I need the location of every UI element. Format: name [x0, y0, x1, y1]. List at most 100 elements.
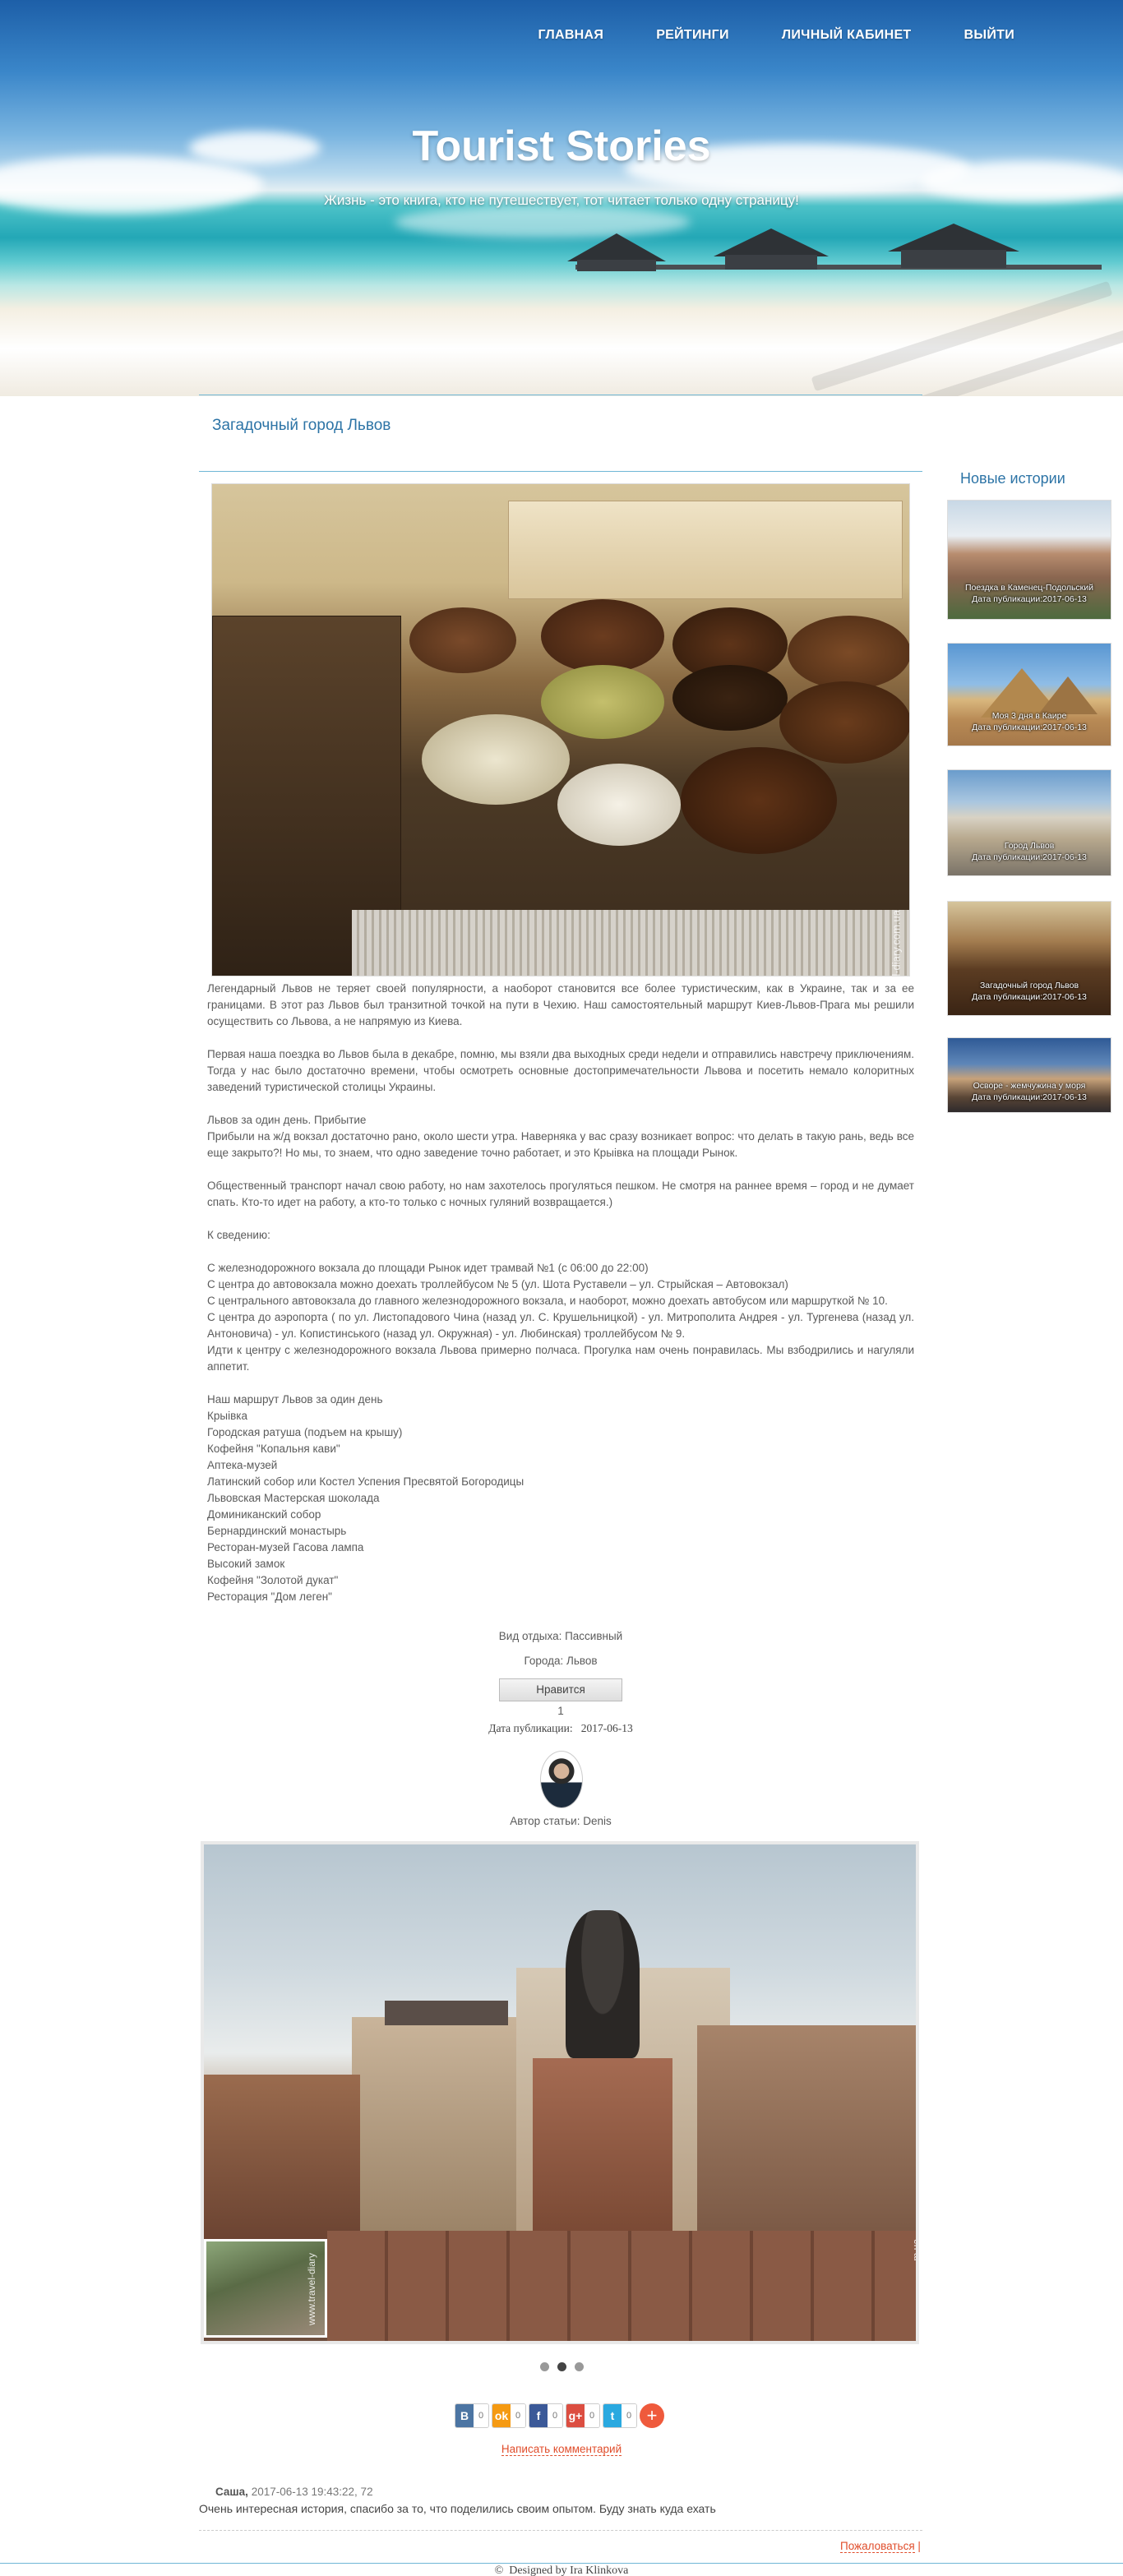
share-count: 0	[548, 2404, 562, 2427]
sidebar-story-title[interactable]: Город Львов	[948, 841, 1111, 852]
footer-divider	[0, 2563, 1123, 2564]
red-brick-wall	[204, 2075, 360, 2239]
site-tagline: Жизнь - это книга, кто не путешествует, …	[324, 192, 799, 208]
story-paragraph: Высокий замок	[207, 1558, 285, 1570]
sidebar-story-date: Дата публикации:2017-06-13	[972, 852, 1087, 862]
story-paragraph: Львовская Мастерская шоколада	[207, 1492, 380, 1504]
sidebar-story-date: Дата публикации:2017-06-13	[972, 1092, 1087, 1102]
share-more-icon[interactable]: +	[640, 2403, 664, 2428]
nav-ratings[interactable]: РЕЙТИНГИ	[630, 28, 756, 43]
story-paragraph: Аптека-музей	[207, 1459, 278, 1471]
story-paragraph: Легендарный Львов не теряет своей популя…	[207, 982, 914, 1027]
story-paragraph: Общественный транспорт начал свою работу…	[207, 1180, 914, 1208]
sidebar-story-title[interactable]: Поездка в Каменец-Подольский	[948, 583, 1111, 593]
story-paragraph: Наш маршрут Львов за один день	[207, 1393, 383, 1406]
comment-header: Саша, 2017-06-13 19:43:22, 72	[215, 2486, 373, 2498]
photo-slider[interactable]: www.travel-diary m.ua	[201, 1841, 919, 2344]
share-network-icon[interactable]: g+	[566, 2404, 585, 2427]
nav-home[interactable]: ГЛАВНАЯ	[511, 28, 630, 43]
story-paragraph: Бернардинский монастырь	[207, 1525, 347, 1537]
story-paragraph: Городская ратуша (подъем на крышу)	[207, 1426, 403, 1438]
share-buttons: В 0 ok 0 f 0 g+ 0 t 0 +	[455, 2403, 664, 2428]
complain-label[interactable]: Пожаловаться	[840, 2540, 915, 2553]
share-count: 0	[511, 2404, 525, 2427]
bronze-statue	[566, 1910, 640, 2058]
share-button[interactable]: g+ 0	[566, 2403, 600, 2428]
slider-dot[interactable]	[539, 2362, 549, 2371]
share-button[interactable]: ok 0	[492, 2403, 526, 2428]
share-network-icon[interactable]: ok	[492, 2404, 511, 2427]
share-count: 0	[622, 2404, 636, 2427]
lace-tablecloth	[352, 910, 909, 976]
story-paragraph: Ресторан-музей Гасова лампа	[207, 1541, 364, 1553]
hut	[725, 255, 817, 270]
sidebar-title: Новые истории	[960, 470, 1065, 487]
story-paragraph: К сведению:	[207, 1229, 270, 1241]
sidebar-story-date: Дата публикации:2017-06-13	[972, 992, 1087, 1002]
author-avatar[interactable]	[540, 1751, 583, 1808]
dark-chocolate-bowl	[681, 747, 837, 854]
slider-dot-active[interactable]	[557, 2362, 566, 2371]
comment-text: Очень интересная история, спасибо за то,…	[199, 2502, 716, 2515]
share-network-icon[interactable]: В	[455, 2404, 474, 2427]
like-button[interactable]: Нравится	[499, 1678, 622, 1701]
share-network-icon[interactable]: f	[529, 2404, 548, 2427]
pyramid	[1038, 676, 1098, 714]
sidebar-story-title[interactable]: Загадочный город Львов	[948, 981, 1111, 991]
share-count: 0	[585, 2404, 599, 2427]
hut-roof	[567, 233, 666, 261]
sidebar-story-2[interactable]: Моя 3 дня в Каире Дата публикации:2017-0…	[947, 643, 1111, 746]
share-button[interactable]: В0	[455, 2403, 489, 2428]
comment-meta: 2017-06-13 19:43:22, 72	[251, 2486, 373, 2498]
hut	[901, 250, 1006, 268]
sidebar-story-1[interactable]: Поездка в Каменец-Подольский Дата публик…	[947, 500, 1111, 620]
rest-type: Вид отдыха: Пассивный	[498, 1630, 623, 1642]
story-main-photo: www.travel-diary.com.ua	[211, 483, 910, 976]
brick-foreground	[327, 2231, 916, 2341]
share-count: 0	[474, 2404, 488, 2427]
brick-chimney	[533, 2058, 672, 2231]
slider-dot[interactable]	[574, 2362, 584, 2371]
sidebar-story-title[interactable]: Моя 3 дня в Каире	[948, 711, 1111, 722]
share-button[interactable]: f0	[529, 2403, 563, 2428]
hut-roof	[888, 224, 1019, 252]
site-title: Tourist Stories	[412, 122, 711, 170]
story-paragraph: Первая наша поездка во Львов была в дека…	[207, 1048, 914, 1093]
sidebar-story-title[interactable]: Осворе - жемчужина у моря	[948, 1081, 1111, 1092]
write-comment-link[interactable]: Написать комментарий	[0, 2443, 1123, 2456]
nav-account[interactable]: ЛИЧНЫЙ КАБИНЕТ	[756, 28, 938, 43]
sidebar-story-date: Дата публикации:2017-06-13	[972, 722, 1087, 732]
sidebar-story-3[interactable]: Город Львов Дата публикации:2017-06-13	[947, 769, 1111, 876]
story-paragraph: Кофейня "Золотой дукат"	[207, 1574, 339, 1586]
write-comment-label[interactable]: Написать комментарий	[501, 2443, 622, 2456]
sidebar-story-4[interactable]: Загадочный город Львов Дата публикации:2…	[947, 901, 1111, 1016]
story-paragraph: Латинский собор или Костел Успения Пресв…	[207, 1475, 525, 1488]
footer: © Designed by Ira Klinkova	[0, 2564, 1123, 2576]
truffle-bowl	[672, 665, 788, 731]
publish-date-value: 2017-06-13	[580, 1722, 633, 1734]
slider-watermark-left: www.travel-diary	[306, 2252, 317, 2325]
share-button[interactable]: t0	[603, 2403, 637, 2428]
story-paragraph: Кофейня "Копальня кави"	[207, 1443, 340, 1455]
comment-divider	[199, 2530, 922, 2531]
story-title-bar: Загадочный город Львов	[199, 395, 922, 472]
like-count: 1	[557, 1705, 564, 1717]
main-nav: ГЛАВНАЯ РЕЙТИНГИ ЛИЧНЫЙ КАБИНЕТ ВЫЙТИ	[511, 28, 1041, 43]
nav-logout[interactable]: ВЫЙТИ	[938, 28, 1042, 43]
hero-banner: ГЛАВНАЯ РЕЙТИНГИ ЛИЧНЫЙ КАБИНЕТ ВЫЙТИ To…	[0, 0, 1123, 396]
sidebar-story-5[interactable]: Осворе - жемчужина у моря Дата публикаци…	[947, 1037, 1111, 1113]
story-paragraph: Крыівка	[207, 1410, 247, 1422]
story-paragraph: Ресторация "Дом леген"	[207, 1590, 332, 1603]
sidebar-story-date: Дата публикации:2017-06-13	[972, 594, 1087, 604]
white-chocolate-bowl	[422, 714, 570, 805]
share-network-icon[interactable]: t	[603, 2404, 622, 2427]
complain-link[interactable]: Пожаловаться |	[840, 2540, 921, 2553]
photo-watermark: www.travel-diary.com.ua	[890, 910, 903, 976]
chocolate-bowl	[788, 616, 909, 690]
